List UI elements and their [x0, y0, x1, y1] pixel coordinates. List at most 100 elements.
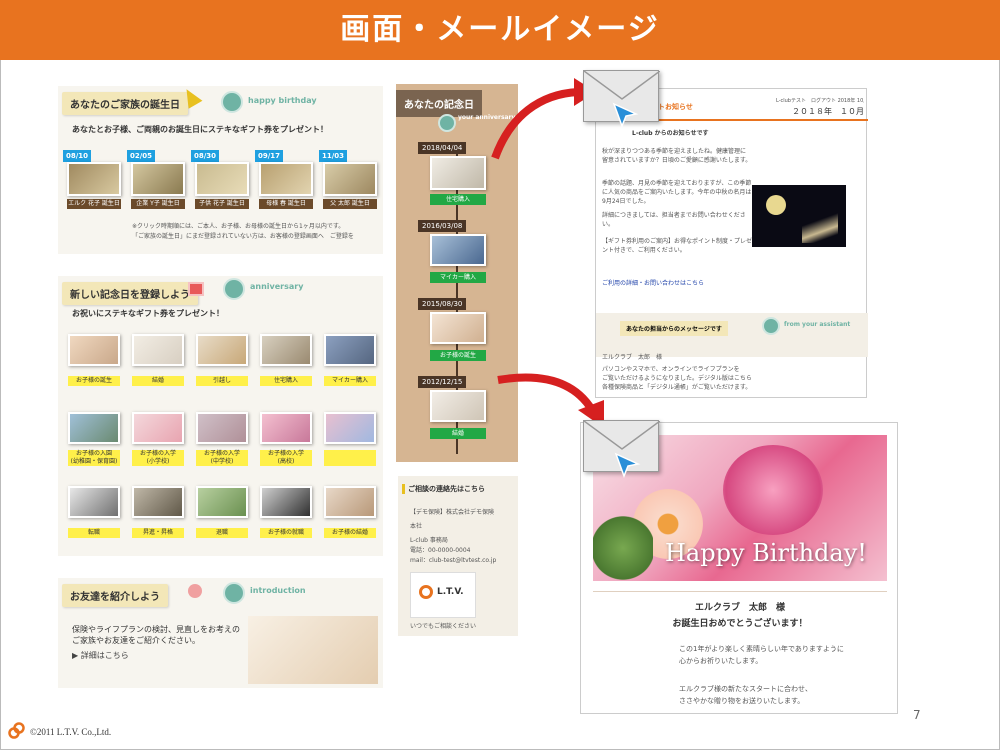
mail1-message-1: パソコンやスマホで、オンラインでライフプランを — [602, 366, 740, 373]
slide-header: 画面・メールイメージ — [0, 0, 1000, 60]
mail1-message-3: 各種保険商品と「デジタル通帳」がご覧いただけます。 — [602, 384, 752, 391]
mail2-line-3: この1年がより楽しく素晴らしい年でありますように — [679, 645, 844, 653]
memorial-date: 2018/04/04 — [418, 142, 467, 154]
mail1-moon-photo — [752, 185, 846, 247]
contact-name: L-club 事務局 — [410, 537, 448, 544]
mail1-message-tag: あなたの担当からのメッセージです — [620, 321, 728, 336]
contact-panel: ご相談の連絡先はこちら 【デモ保険】株式会社デモ保険 本社 L-club 事務局… — [398, 476, 518, 636]
birthday-caption[interactable]: エルク 花子 誕生日 — [67, 199, 121, 209]
birthday-intro: あなたとお子様、ご両親のお誕生日にステキなギフト券をプレゼント！ — [72, 125, 328, 134]
birthday-date: 11/03 — [319, 150, 348, 162]
birthday-photo[interactable] — [195, 162, 249, 196]
contact-footer: いつでもご相談ください — [410, 623, 477, 630]
birthday-photo[interactable] — [131, 162, 185, 196]
anniversary-caption[interactable]: 退職 — [196, 528, 248, 538]
copyright: ©2011 L.T.V. Co.,Ltd. — [30, 727, 112, 737]
anniversary-photo[interactable] — [260, 334, 312, 366]
introduction-photo — [248, 616, 378, 684]
memorial-date: 2015/08/30 — [418, 298, 467, 310]
memorial-button[interactable]: お子様の誕生 — [430, 350, 486, 361]
memorial-photo[interactable] — [430, 390, 486, 422]
mail1-year-month: ２０１８年 １０月 — [792, 107, 864, 116]
birthday-caption[interactable]: 企業 Y子 誕生日 — [131, 199, 185, 209]
birthday-caption[interactable]: 子供 花子 誕生日 — [195, 199, 249, 209]
birthday-tag: あなたのご家族の誕生日 — [62, 92, 188, 115]
mail2-line-4: 心からお祈りいたします。 — [679, 657, 763, 665]
anniversary-caption[interactable]: 住宅購入 — [260, 376, 312, 386]
anniversary-caption[interactable]: マイカー購入 — [324, 376, 376, 386]
memorial-photo[interactable] — [430, 234, 486, 266]
anniversary-photo[interactable] — [196, 334, 248, 366]
mail1-title: トお知らせ — [658, 103, 693, 111]
birthday-photo[interactable] — [323, 162, 377, 196]
birthday-photo[interactable] — [259, 162, 313, 196]
birthday-caption[interactable]: 母様 春 誕生日 — [259, 199, 313, 209]
birthday-date: 09/17 — [255, 150, 284, 162]
anniversary-photo[interactable] — [68, 334, 120, 366]
anniversary-photo[interactable] — [132, 486, 184, 518]
introduction-tag: お友達を紹介しよう — [62, 584, 168, 607]
anniversary-caption[interactable]: お子様の誕生 — [68, 376, 120, 386]
anniversary-photo[interactable] — [324, 334, 376, 366]
mail2-line-1: エルクラブ 太郎 様 — [694, 603, 785, 613]
flower-icon — [188, 584, 202, 598]
mail1-link[interactable]: ご利用の詳細・お問い合わせはこちら — [602, 279, 752, 288]
anniversary-caption[interactable]: 昇進・昇格 — [132, 528, 184, 538]
anniversary-caption[interactable]: お子様の入学 (高校) — [260, 450, 312, 466]
introduction-link[interactable]: ▶ 詳細はこちら — [72, 650, 129, 661]
introduction-text-2: ご家族やお友達をご紹介ください。 — [72, 636, 200, 645]
contact-office: 本社 — [410, 523, 423, 530]
anniversary-photo[interactable] — [132, 412, 184, 444]
mail1-header-right: L-clubテスト ログアウト 2018年 10月 — [776, 98, 864, 104]
anniversary-caption[interactable]: お子様の入学 (小学校) — [132, 450, 184, 466]
introduction-text-1: 保険やライフプランの検討、見直しをお考えの — [72, 625, 240, 634]
mail1-paragraph-2: 季節の話題、月見の季節を迎えておりますが、この季節に人気の商品をご案内いたします… — [602, 180, 752, 205]
anniversary-photo[interactable] — [132, 334, 184, 366]
anniversary-caption[interactable]: 結婚 — [132, 376, 184, 386]
memorial-button[interactable]: マイカー購入 — [430, 272, 486, 283]
anniversary-caption[interactable]: 引越し — [196, 376, 248, 386]
anniversary-intro: お祝いにステキなギフト券をプレゼント！ — [72, 309, 224, 318]
anniversary-caption[interactable]: お子様の入園 (幼稚園・保育園) — [68, 450, 120, 466]
cursor-icon — [614, 452, 641, 479]
moon-icon — [766, 195, 786, 215]
anniversary-photo[interactable] — [196, 486, 248, 518]
anniversary-photo[interactable] — [324, 412, 376, 444]
memorial-photo[interactable] — [430, 156, 486, 190]
memorial-photo[interactable] — [430, 312, 486, 344]
anniversary-tag: 新しい記念日を登録しよう — [62, 282, 198, 305]
anniversary-photo[interactable] — [196, 412, 248, 444]
mail1-message-badge-label: from your assistant — [784, 321, 851, 328]
anniversary-caption[interactable]: お子様の結婚 — [324, 528, 376, 538]
anniversary-caption[interactable]: お子様の就職 — [260, 528, 312, 538]
memorial-badge-icon — [438, 114, 456, 132]
anniversary-caption[interactable]: お子様の入学 (中学校) — [196, 450, 248, 466]
mail2-banner-text: Happy Birthday! — [665, 539, 867, 567]
birthday-photo[interactable] — [67, 162, 121, 196]
anniversary-photo[interactable] — [68, 486, 120, 518]
mail1-panel: トお知らせ L-clubテスト ログアウト 2018年 10月 ２０１８年 １０… — [595, 88, 868, 398]
anniversary-badge-label: anniversary — [250, 282, 304, 291]
introduction-panel: お友達を紹介しよう introduction 保険やライフプランの検討、見直しを… — [58, 578, 383, 688]
contact-tag: ご相談の連絡先はこちら — [402, 484, 485, 494]
mail2-line-5: エルクラブ様の新たなスタートに合わせ、 — [679, 685, 812, 693]
introduction-badge-label: introduction — [250, 586, 306, 595]
anniversary-photo[interactable] — [324, 486, 376, 518]
anniversary-caption[interactable]: 転職 — [68, 528, 120, 538]
memorial-button[interactable]: 結婚 — [430, 428, 486, 439]
mail1-paragraph-1: 秋が深まりつつある季節を迎えましたね。健康管理に留意されていますか？日頃のご愛顧… — [602, 148, 752, 164]
slide-title: 画面・メールイメージ — [340, 12, 660, 47]
anniversary-photo[interactable] — [68, 412, 120, 444]
contact-company: 【デモ保険】株式会社デモ保険 — [410, 509, 495, 516]
anniversary-panel: 新しい記念日を登録しよう anniversary お祝いにステキなギフト券をプレ… — [58, 276, 383, 556]
anniversary-photo[interactable] — [260, 486, 312, 518]
birthday-note-2: 「ご家族の誕生日」にまだ登録されていない方は、お客様の登録画面へ ご登録を — [132, 233, 354, 240]
anniversary-caption[interactable] — [324, 450, 376, 466]
anniversary-photo[interactable] — [260, 412, 312, 444]
contact-logo-box: L.T.V. — [410, 572, 476, 618]
memorial-button[interactable]: 住宅購入 — [430, 194, 486, 205]
birthday-note-1: ※クリック時期順には、ご本人、お子様、お母様の誕生日から1ヶ月以内です。 — [132, 223, 345, 230]
birthday-caption[interactable]: 父 太郎 誕生日 — [323, 199, 377, 209]
leaf-icon — [593, 515, 653, 581]
mail1-message-badge-icon — [762, 317, 780, 335]
